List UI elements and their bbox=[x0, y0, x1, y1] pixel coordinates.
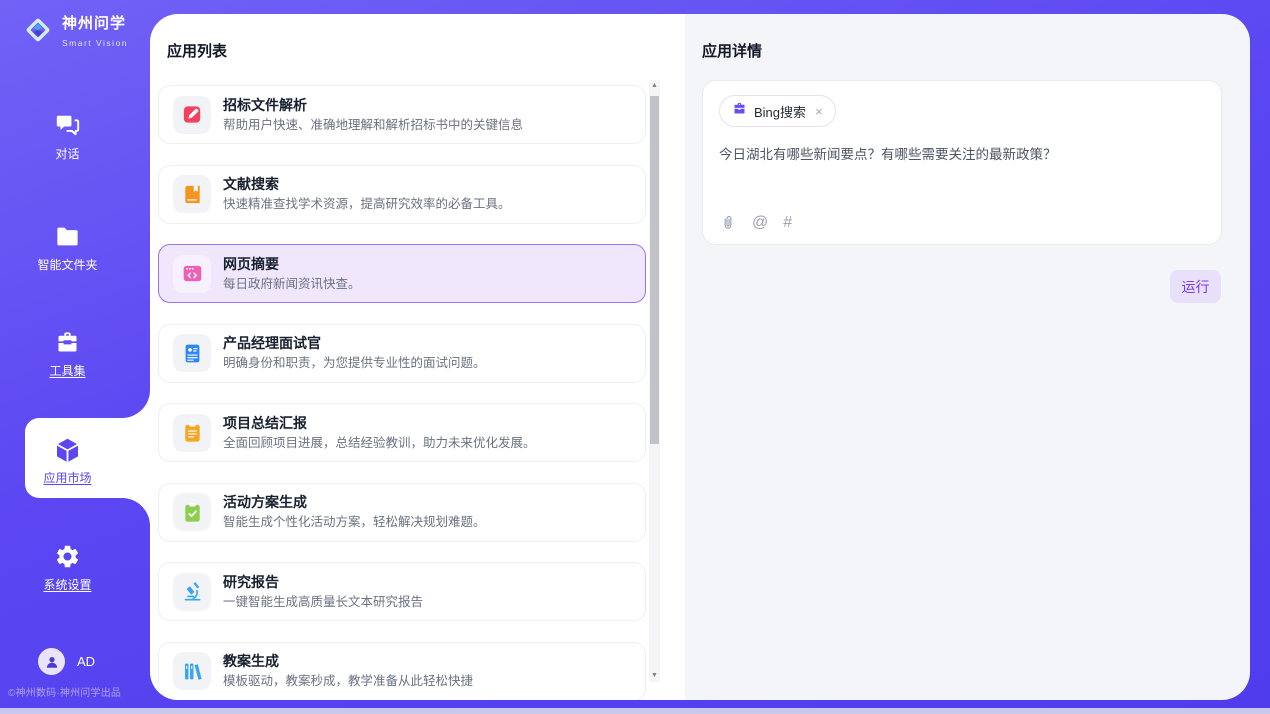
app-card-description: 模板驱动，教案秒成，教学准备从此轻松快捷 bbox=[223, 673, 473, 690]
app-card-8[interactable]: 教案生成 模板驱动，教案秒成，教学准备从此轻松快捷 bbox=[158, 642, 646, 701]
app-card-title: 文献搜索 bbox=[223, 175, 511, 193]
copyright-text: ©神州数码·神州问学出品 bbox=[8, 684, 148, 699]
app-card-title: 产品经理面试官 bbox=[223, 334, 486, 352]
sidebar-item-chat[interactable]: 对话 bbox=[0, 112, 135, 162]
resume-icon bbox=[173, 334, 211, 372]
briefcase-icon bbox=[732, 101, 747, 121]
gear-icon bbox=[0, 543, 135, 571]
edit-square-icon bbox=[173, 96, 211, 134]
prompt-card: Bing搜索 × 今日湖北有哪些新闻要点？有哪些需要关注的最新政策？ @ # bbox=[702, 80, 1222, 245]
sidebar-item-label: 应用市场 bbox=[0, 469, 135, 486]
app-card-title: 活动方案生成 bbox=[223, 493, 486, 511]
app-card-title: 招标文件解析 bbox=[223, 96, 523, 114]
book-icon bbox=[173, 175, 211, 213]
microscope-icon bbox=[173, 573, 211, 611]
app-card-description: 帮助用户快速、准确地理解和解析招标书中的关键信息 bbox=[223, 117, 523, 134]
hash-topic-icon[interactable]: # bbox=[783, 214, 792, 232]
chat-icon bbox=[0, 112, 135, 140]
app-list-panel: 应用列表 招标文件解析 帮助用户快速、准确地理解和解析招标书中的关键信息 文献搜… bbox=[150, 14, 685, 700]
diamond-logo-icon bbox=[22, 14, 54, 51]
books-icon bbox=[173, 652, 211, 690]
user-initials: AD bbox=[77, 654, 95, 669]
clipboard-check-icon bbox=[173, 493, 211, 531]
app-card-description: 明确身份和职责，为您提供专业性的面试问题。 bbox=[223, 355, 486, 372]
app-card-2[interactable]: 文献搜索 快速精准查找学术资源，提高研究效率的必备工具。 bbox=[158, 165, 646, 224]
brand-subtitle: Smart Vision bbox=[62, 38, 128, 48]
attachment-toolbar: @ # bbox=[719, 214, 792, 232]
app-card-description: 一键智能生成高质量长文本研究报告 bbox=[223, 594, 423, 611]
sidebar-item-folders[interactable]: 智能文件夹 bbox=[0, 223, 135, 273]
run-button[interactable]: 运行 bbox=[1170, 270, 1221, 303]
app-card-6[interactable]: 活动方案生成 智能生成个性化活动方案，轻松解决规划难题。 bbox=[158, 483, 646, 542]
sidebar-item-market[interactable]: 应用市场 bbox=[0, 436, 135, 486]
folder-icon bbox=[0, 223, 135, 251]
sidebar-item-label: 系统设置 bbox=[0, 576, 135, 593]
app-card-title: 教案生成 bbox=[223, 652, 473, 670]
sidebar-item-label: 对话 bbox=[0, 145, 135, 162]
app-card-list: 招标文件解析 帮助用户快速、准确地理解和解析招标书中的关键信息 文献搜索 快速精… bbox=[150, 14, 685, 700]
scrollbar[interactable]: ▲ ▼ bbox=[649, 80, 660, 682]
app-window: 神州问学 Smart Vision 对话 智能文件夹 工具集 应用市场 系统设置 bbox=[0, 0, 1270, 714]
brand-name: 神州问学 bbox=[62, 15, 126, 32]
toolbox-icon bbox=[0, 329, 135, 357]
app-card-description: 全面回顾项目进展，总结经验教训，助力未来优化发展。 bbox=[223, 435, 536, 452]
sidebar: 神州问学 Smart Vision 对话 智能文件夹 工具集 应用市场 系统设置 bbox=[0, 0, 150, 714]
tool-tag-label: Bing搜索 bbox=[754, 102, 806, 121]
app-card-title: 网页摘要 bbox=[223, 255, 361, 273]
app-card-3[interactable]: 网页摘要 每日政府新闻资讯快查。 bbox=[158, 244, 646, 303]
user-account[interactable]: AD bbox=[38, 648, 95, 675]
tool-tag-bing-search[interactable]: Bing搜索 × bbox=[719, 95, 836, 127]
app-card-1[interactable]: 招标文件解析 帮助用户快速、准确地理解和解析招标书中的关键信息 bbox=[158, 85, 646, 144]
app-card-7[interactable]: 研究报告 一键智能生成高质量长文本研究报告 bbox=[158, 562, 646, 621]
scrollbar-thumb[interactable] bbox=[650, 96, 659, 444]
app-card-4[interactable]: 产品经理面试官 明确身份和职责，为您提供专业性的面试问题。 bbox=[158, 324, 646, 383]
sidebar-item-tools[interactable]: 工具集 bbox=[0, 329, 135, 379]
browser-code-icon bbox=[173, 255, 211, 293]
app-card-5[interactable]: 项目总结汇报 全面回顾项目进展，总结经验教训，助力未来优化发展。 bbox=[158, 403, 646, 462]
app-card-description: 智能生成个性化活动方案，轻松解决规划难题。 bbox=[223, 514, 486, 531]
person-icon bbox=[44, 654, 60, 670]
scroll-down-arrow-icon[interactable]: ▼ bbox=[649, 670, 660, 682]
bottom-edge-divider bbox=[0, 708, 1270, 714]
scroll-up-arrow-icon[interactable]: ▲ bbox=[649, 80, 660, 92]
sidebar-item-label: 智能文件夹 bbox=[0, 256, 135, 273]
sidebar-item-settings[interactable]: 系统设置 bbox=[0, 543, 135, 593]
app-card-description: 每日政府新闻资讯快查。 bbox=[223, 276, 361, 293]
sidebar-item-label: 工具集 bbox=[0, 362, 135, 379]
app-card-description: 快速精准查找学术资源，提高研究效率的必备工具。 bbox=[223, 196, 511, 213]
app-card-title: 研究报告 bbox=[223, 573, 423, 591]
paperclip-icon[interactable] bbox=[719, 214, 737, 232]
app-detail-panel: 应用详情 Bing搜索 × 今日湖北有哪些新闻要点？有哪些需要关注的最新政策？ bbox=[685, 14, 1250, 700]
cube-icon bbox=[0, 436, 135, 464]
app-card-title: 项目总结汇报 bbox=[223, 414, 536, 432]
app-detail-title: 应用详情 bbox=[702, 40, 762, 61]
at-mention-icon[interactable]: @ bbox=[752, 214, 768, 232]
query-input[interactable]: 今日湖北有哪些新闻要点？有哪些需要关注的最新政策？ bbox=[719, 145, 1199, 164]
avatar bbox=[38, 648, 65, 675]
brand-logo: 神州问学 Smart Vision bbox=[22, 14, 150, 51]
tool-tag-close-icon[interactable]: × bbox=[815, 104, 823, 119]
clipboard-icon bbox=[173, 414, 211, 452]
